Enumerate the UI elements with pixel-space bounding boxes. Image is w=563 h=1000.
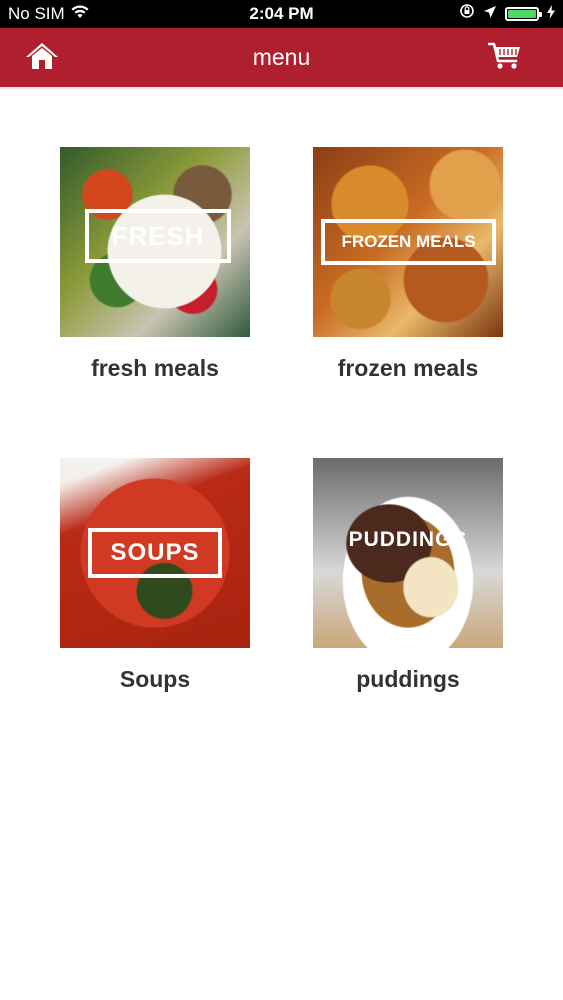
battery-icon [505,7,542,21]
battery-level [508,10,536,18]
cart-button[interactable] [485,38,525,78]
category-tile-puddings[interactable]: PUDDINGS puddings [308,458,508,693]
location-icon [483,0,497,28]
soups-image: SOUPS [60,458,250,648]
puddings-image-label: PUDDINGS [348,528,468,551]
charging-icon [547,0,555,28]
soups-image-label: SOUPS [88,528,222,578]
category-tile-soups[interactable]: SOUPS Soups [55,458,255,693]
status-right [459,0,555,28]
tile-label-puddings: puddings [356,666,460,692]
fresh-image-label: FRESH [85,209,231,263]
status-bar: No SIM 2:04 PM [0,0,563,28]
page-title: menu [252,44,311,70]
nav-bar: menu [0,28,563,87]
puddings-image: PUDDINGS [313,458,503,648]
cart-icon [487,41,522,76]
category-tile-fresh-meals[interactable]: FRESH fresh meals [55,147,255,382]
tile-label-soups: Soups [119,666,191,692]
tile-label-frozen-meals: frozen meals [337,355,479,381]
tile-label-fresh-meals: fresh meals [91,355,219,381]
category-tile-frozen-meals[interactable]: FROZEN MEALS frozen meals [308,147,508,382]
fresh-meals-image: FRESH [60,147,250,337]
frozen-meals-image: FROZEN MEALS [313,147,503,337]
frozen-image-label: FROZEN MEALS [321,219,496,265]
nav-divider [0,87,563,90]
orientation-lock-icon [459,0,475,28]
